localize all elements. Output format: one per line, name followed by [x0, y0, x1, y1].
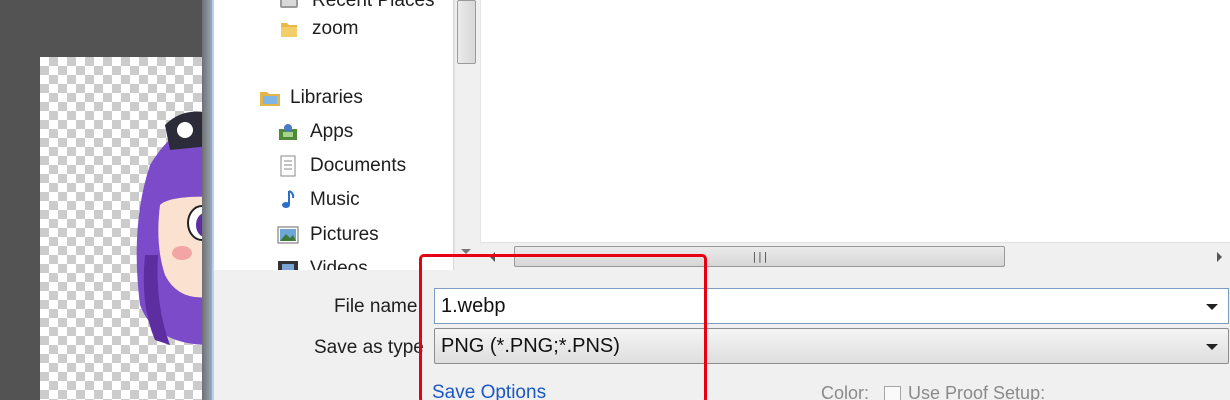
- use-proof-setup-label: Use Proof Setup:: [908, 383, 1046, 400]
- file-name-input[interactable]: [435, 291, 1195, 321]
- recent-places-icon: [278, 0, 302, 12]
- nav-label: Recent Places: [312, 0, 435, 11]
- use-proof-setup-checkbox[interactable]: [884, 386, 901, 400]
- folder-icon: [278, 18, 302, 40]
- nav-label: Music: [310, 189, 360, 210]
- pictures-icon: [276, 224, 300, 246]
- nav-item-zoom[interactable]: zoom: [278, 16, 358, 42]
- file-list-pane[interactable]: [480, 0, 1230, 242]
- nav-scrollbar-thumb[interactable]: [457, 0, 476, 64]
- save-options-link[interactable]: Save Options: [432, 382, 546, 400]
- nav-item-music[interactable]: Music: [276, 187, 360, 213]
- navigation-pane[interactable]: Recent Places zoom Libraries Apps Docume…: [214, 0, 454, 279]
- nav-vertical-scrollbar[interactable]: [454, 0, 478, 258]
- nav-label: Documents: [310, 155, 407, 176]
- save-form: File name Save as type PNG (*.PNG;*.PNS)…: [214, 270, 1230, 400]
- scroll-down-icon[interactable]: [461, 249, 471, 254]
- nav-label: Apps: [310, 121, 354, 142]
- nav-item-recent-places[interactable]: Recent Places: [278, 0, 435, 14]
- file-name-label: File name: [334, 296, 418, 317]
- nav-label: Libraries: [290, 87, 363, 108]
- horizontal-scrollbar-thumb[interactable]: |||: [514, 246, 1005, 267]
- nav-item-documents[interactable]: Documents: [276, 153, 406, 179]
- color-label: Color:: [821, 383, 870, 400]
- chevron-down-icon[interactable]: [1206, 304, 1218, 310]
- file-list-horizontal-scrollbar[interactable]: |||: [480, 242, 1230, 270]
- save-as-type-select[interactable]: PNG (*.PNG;*.PNS): [434, 328, 1229, 364]
- save-as-type-label: Save as type: [314, 337, 424, 358]
- file-name-combobox[interactable]: [434, 288, 1229, 324]
- grip-icon: |||: [751, 250, 769, 263]
- scroll-left-icon[interactable]: [490, 252, 495, 262]
- save-as-type-value: PNG (*.PNG;*.PNS): [441, 334, 620, 357]
- chevron-down-icon[interactable]: [1206, 344, 1218, 350]
- apps-library-icon: [276, 121, 300, 143]
- nav-item-pictures[interactable]: Pictures: [276, 222, 379, 248]
- save-as-dialog: Recent Places zoom Libraries Apps Docume…: [202, 0, 1230, 400]
- scroll-right-icon[interactable]: [1217, 252, 1222, 262]
- nav-item-apps[interactable]: Apps: [276, 119, 353, 145]
- nav-label: Pictures: [310, 224, 379, 245]
- documents-icon: [276, 155, 300, 177]
- nav-label: zoom: [312, 18, 359, 39]
- nav-item-libraries[interactable]: Libraries: [258, 85, 363, 111]
- music-icon: [276, 189, 300, 211]
- libraries-icon: [258, 87, 282, 109]
